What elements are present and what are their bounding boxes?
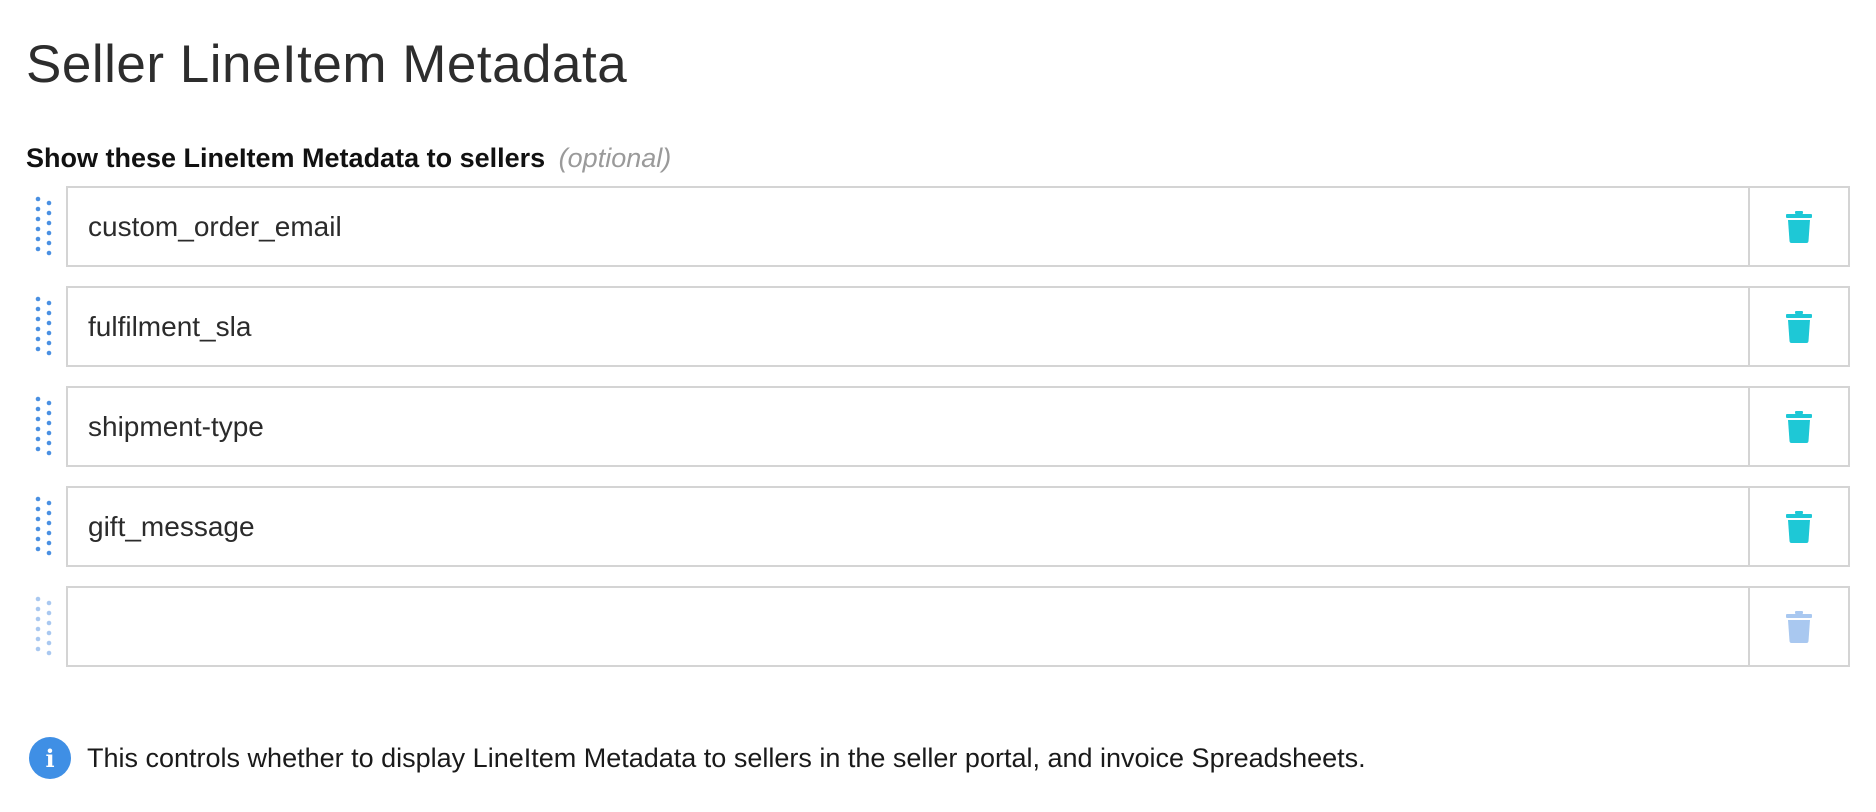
metadata-field [66,586,1850,667]
metadata-key-input[interactable] [68,488,1748,565]
metadata-key-input[interactable] [68,188,1748,265]
metadata-row [0,486,1876,569]
metadata-key-input[interactable] [68,288,1748,365]
metadata-key-input[interactable] [68,588,1748,665]
trash-icon [1786,410,1812,443]
section-label: Show these LineItem Metadata to sellers … [26,140,671,176]
delete-row-button[interactable] [1748,488,1848,565]
drag-handle-icon[interactable] [33,195,57,259]
delete-row-button[interactable] [1748,188,1848,265]
page-title: Seller LineItem Metadata [26,35,628,94]
metadata-field [66,186,1850,267]
metadata-field [66,486,1850,567]
info-text: This controls whether to display LineIte… [87,742,1366,773]
trash-icon [1786,610,1812,643]
drag-handle-icon[interactable] [33,295,57,359]
drag-handle-icon[interactable] [33,395,57,459]
metadata-row [0,386,1876,469]
trash-icon [1786,510,1812,543]
metadata-field [66,286,1850,367]
drag-handle-icon[interactable] [33,495,57,559]
metadata-row [0,286,1876,369]
delete-row-button[interactable] [1748,588,1848,665]
drag-handle-icon[interactable] [33,595,57,659]
info-icon: i [29,737,71,779]
metadata-field [66,386,1850,467]
metadata-row [0,186,1876,269]
metadata-key-input[interactable] [68,388,1748,465]
optional-label: (optional) [558,143,672,173]
trash-icon [1786,210,1812,243]
section-label-text: Show these LineItem Metadata to sellers [26,143,546,173]
delete-row-button[interactable] [1748,288,1848,365]
metadata-row [0,586,1876,669]
info-note: i This controls whether to display LineI… [29,737,1366,779]
delete-row-button[interactable] [1748,388,1848,465]
trash-icon [1786,310,1812,343]
